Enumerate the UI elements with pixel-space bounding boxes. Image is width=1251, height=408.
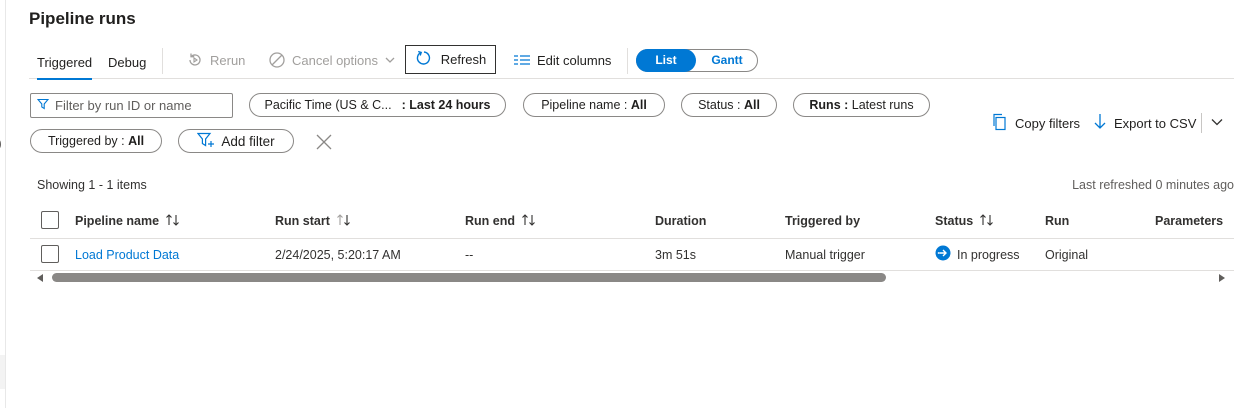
column-header-run-end[interactable]: Run end: [465, 204, 537, 238]
run-filter-field: [30, 93, 233, 118]
left-rail: ): [0, 0, 6, 408]
pipeline-name-filter[interactable]: Pipeline name : All: [523, 93, 665, 117]
toolbar: Triggered Debug Rerun Cancel options Ref…: [29, 44, 1234, 80]
view-gantt-option[interactable]: Gantt: [696, 49, 758, 72]
columns-icon: [513, 51, 531, 69]
column-label: Run start: [275, 214, 330, 228]
column-label: Pipeline name: [75, 214, 160, 228]
row-checkbox[interactable]: [41, 245, 59, 263]
status-filter-value: All: [743, 98, 760, 112]
run-cell: Original: [1045, 247, 1089, 262]
column-header-triggered-by[interactable]: Triggered by: [785, 204, 860, 238]
status-filter-label: Status :: [698, 98, 744, 112]
toolbar-divider: [627, 48, 628, 74]
run-filter-input[interactable]: [55, 98, 225, 113]
download-icon: [1093, 113, 1107, 134]
cancel-options-label: Cancel options: [292, 52, 378, 68]
edit-columns-label: Edit columns: [537, 52, 612, 68]
refresh-icon: [415, 49, 433, 70]
export-csv-button[interactable]: Export to CSV: [1093, 113, 1196, 134]
column-label: Run: [1045, 214, 1070, 228]
triggered-by-filter-value: All: [128, 134, 145, 148]
status-text: In progress: [957, 247, 1020, 262]
copy-icon: [991, 113, 1008, 134]
horizontal-scrollbar[interactable]: [30, 272, 1234, 286]
filter-icon: [36, 97, 50, 115]
table-header: Pipeline name Run start Run end Duration…: [30, 204, 1234, 239]
select-all-checkbox[interactable]: [41, 211, 59, 229]
sort-icon: [336, 213, 352, 230]
run-end-cell: --: [465, 247, 474, 262]
tab-triggered[interactable]: Triggered: [37, 55, 93, 80]
refresh-label: Refresh: [440, 52, 487, 67]
runs-filter-value: Latest runs: [851, 98, 914, 112]
rail-notch: [0, 355, 5, 389]
runs-filter-label: Runs :: [809, 98, 852, 112]
column-label: Run end: [465, 214, 515, 228]
status-cell: In progress: [935, 239, 1020, 270]
column-header-run[interactable]: Run: [1045, 204, 1069, 238]
copy-filters-button[interactable]: Copy filters: [991, 113, 1080, 134]
run-start-cell: 2/24/2025, 5:20:17 AM: [275, 247, 401, 262]
in-progress-icon: [935, 245, 951, 264]
scroll-left-icon[interactable]: [37, 274, 43, 282]
pipeline-name-filter-value: All: [630, 98, 647, 112]
scrollbar-thumb[interactable]: [52, 273, 886, 282]
clear-filters-button[interactable]: [315, 133, 333, 151]
chevron-down-icon: [1209, 117, 1225, 134]
tab-debug[interactable]: Debug: [108, 55, 146, 70]
status-filter[interactable]: Status : All: [681, 93, 777, 117]
add-filter-button[interactable]: Add filter: [178, 129, 294, 153]
add-filter-icon: [197, 132, 215, 151]
time-range-filter[interactable]: Pacific Time (US & C... : Last 24 hours: [249, 93, 506, 117]
column-label: Triggered by: [785, 214, 861, 228]
sort-icon: [979, 213, 995, 230]
last-refreshed: Last refreshed 0 minutes ago: [1072, 178, 1234, 192]
pipeline-name-link[interactable]: Load Product Data: [75, 248, 179, 262]
sort-icon: [521, 213, 537, 230]
sort-icon: [165, 213, 181, 230]
close-icon: [315, 134, 333, 155]
pipeline-name-filter-label: Pipeline name :: [541, 98, 631, 112]
rerun-label: Rerun: [210, 52, 246, 68]
time-range-value: : Last 24 hours: [401, 98, 491, 112]
column-header-run-start[interactable]: Run start: [275, 204, 352, 238]
toolbar-divider: [162, 48, 163, 74]
column-label: Status: [935, 214, 974, 228]
page-title: Pipeline runs: [29, 9, 136, 28]
rail-edge-glyph: ): [0, 138, 2, 150]
column-header-status[interactable]: Status: [935, 204, 995, 238]
scroll-right-icon[interactable]: [1219, 274, 1225, 282]
add-filter-label: Add filter: [221, 133, 275, 149]
chevron-down-icon: [384, 54, 396, 66]
runs-filter[interactable]: Runs : Latest runs: [793, 93, 930, 117]
actions-divider: [1201, 113, 1202, 133]
item-count: Showing 1 - 1 items: [37, 178, 147, 192]
cancel-icon: [268, 51, 286, 69]
export-csv-label: Export to CSV: [1114, 116, 1197, 131]
edit-columns-button[interactable]: Edit columns: [513, 48, 611, 72]
view-list-option[interactable]: List: [636, 49, 696, 72]
column-label: Parameters: [1155, 214, 1224, 228]
triggered-by-filter-label: Triggered by :: [47, 134, 129, 148]
view-toggle: List Gantt: [636, 49, 758, 72]
column-label: Duration: [655, 214, 707, 228]
triggered-by-filter[interactable]: Triggered by : All: [30, 129, 162, 153]
rerun-icon: [186, 51, 204, 69]
duration-cell: 3m 51s: [655, 247, 696, 262]
column-header-duration[interactable]: Duration: [655, 204, 706, 238]
column-header-parameters[interactable]: Parameters: [1155, 204, 1223, 238]
cancel-options-button[interactable]: Cancel options: [268, 48, 396, 72]
table-row[interactable]: Load Product Data 2/24/2025, 5:20:17 AM …: [30, 239, 1234, 271]
export-options-button[interactable]: [1209, 114, 1225, 135]
copy-filters-label: Copy filters: [1015, 116, 1081, 131]
time-zone-label: Pacific Time (US & C...: [264, 98, 392, 112]
column-header-pipeline-name[interactable]: Pipeline name: [75, 204, 181, 238]
rerun-button[interactable]: Rerun: [186, 48, 245, 72]
triggered-by-cell: Manual trigger: [785, 247, 865, 262]
refresh-button[interactable]: Refresh: [405, 45, 496, 74]
